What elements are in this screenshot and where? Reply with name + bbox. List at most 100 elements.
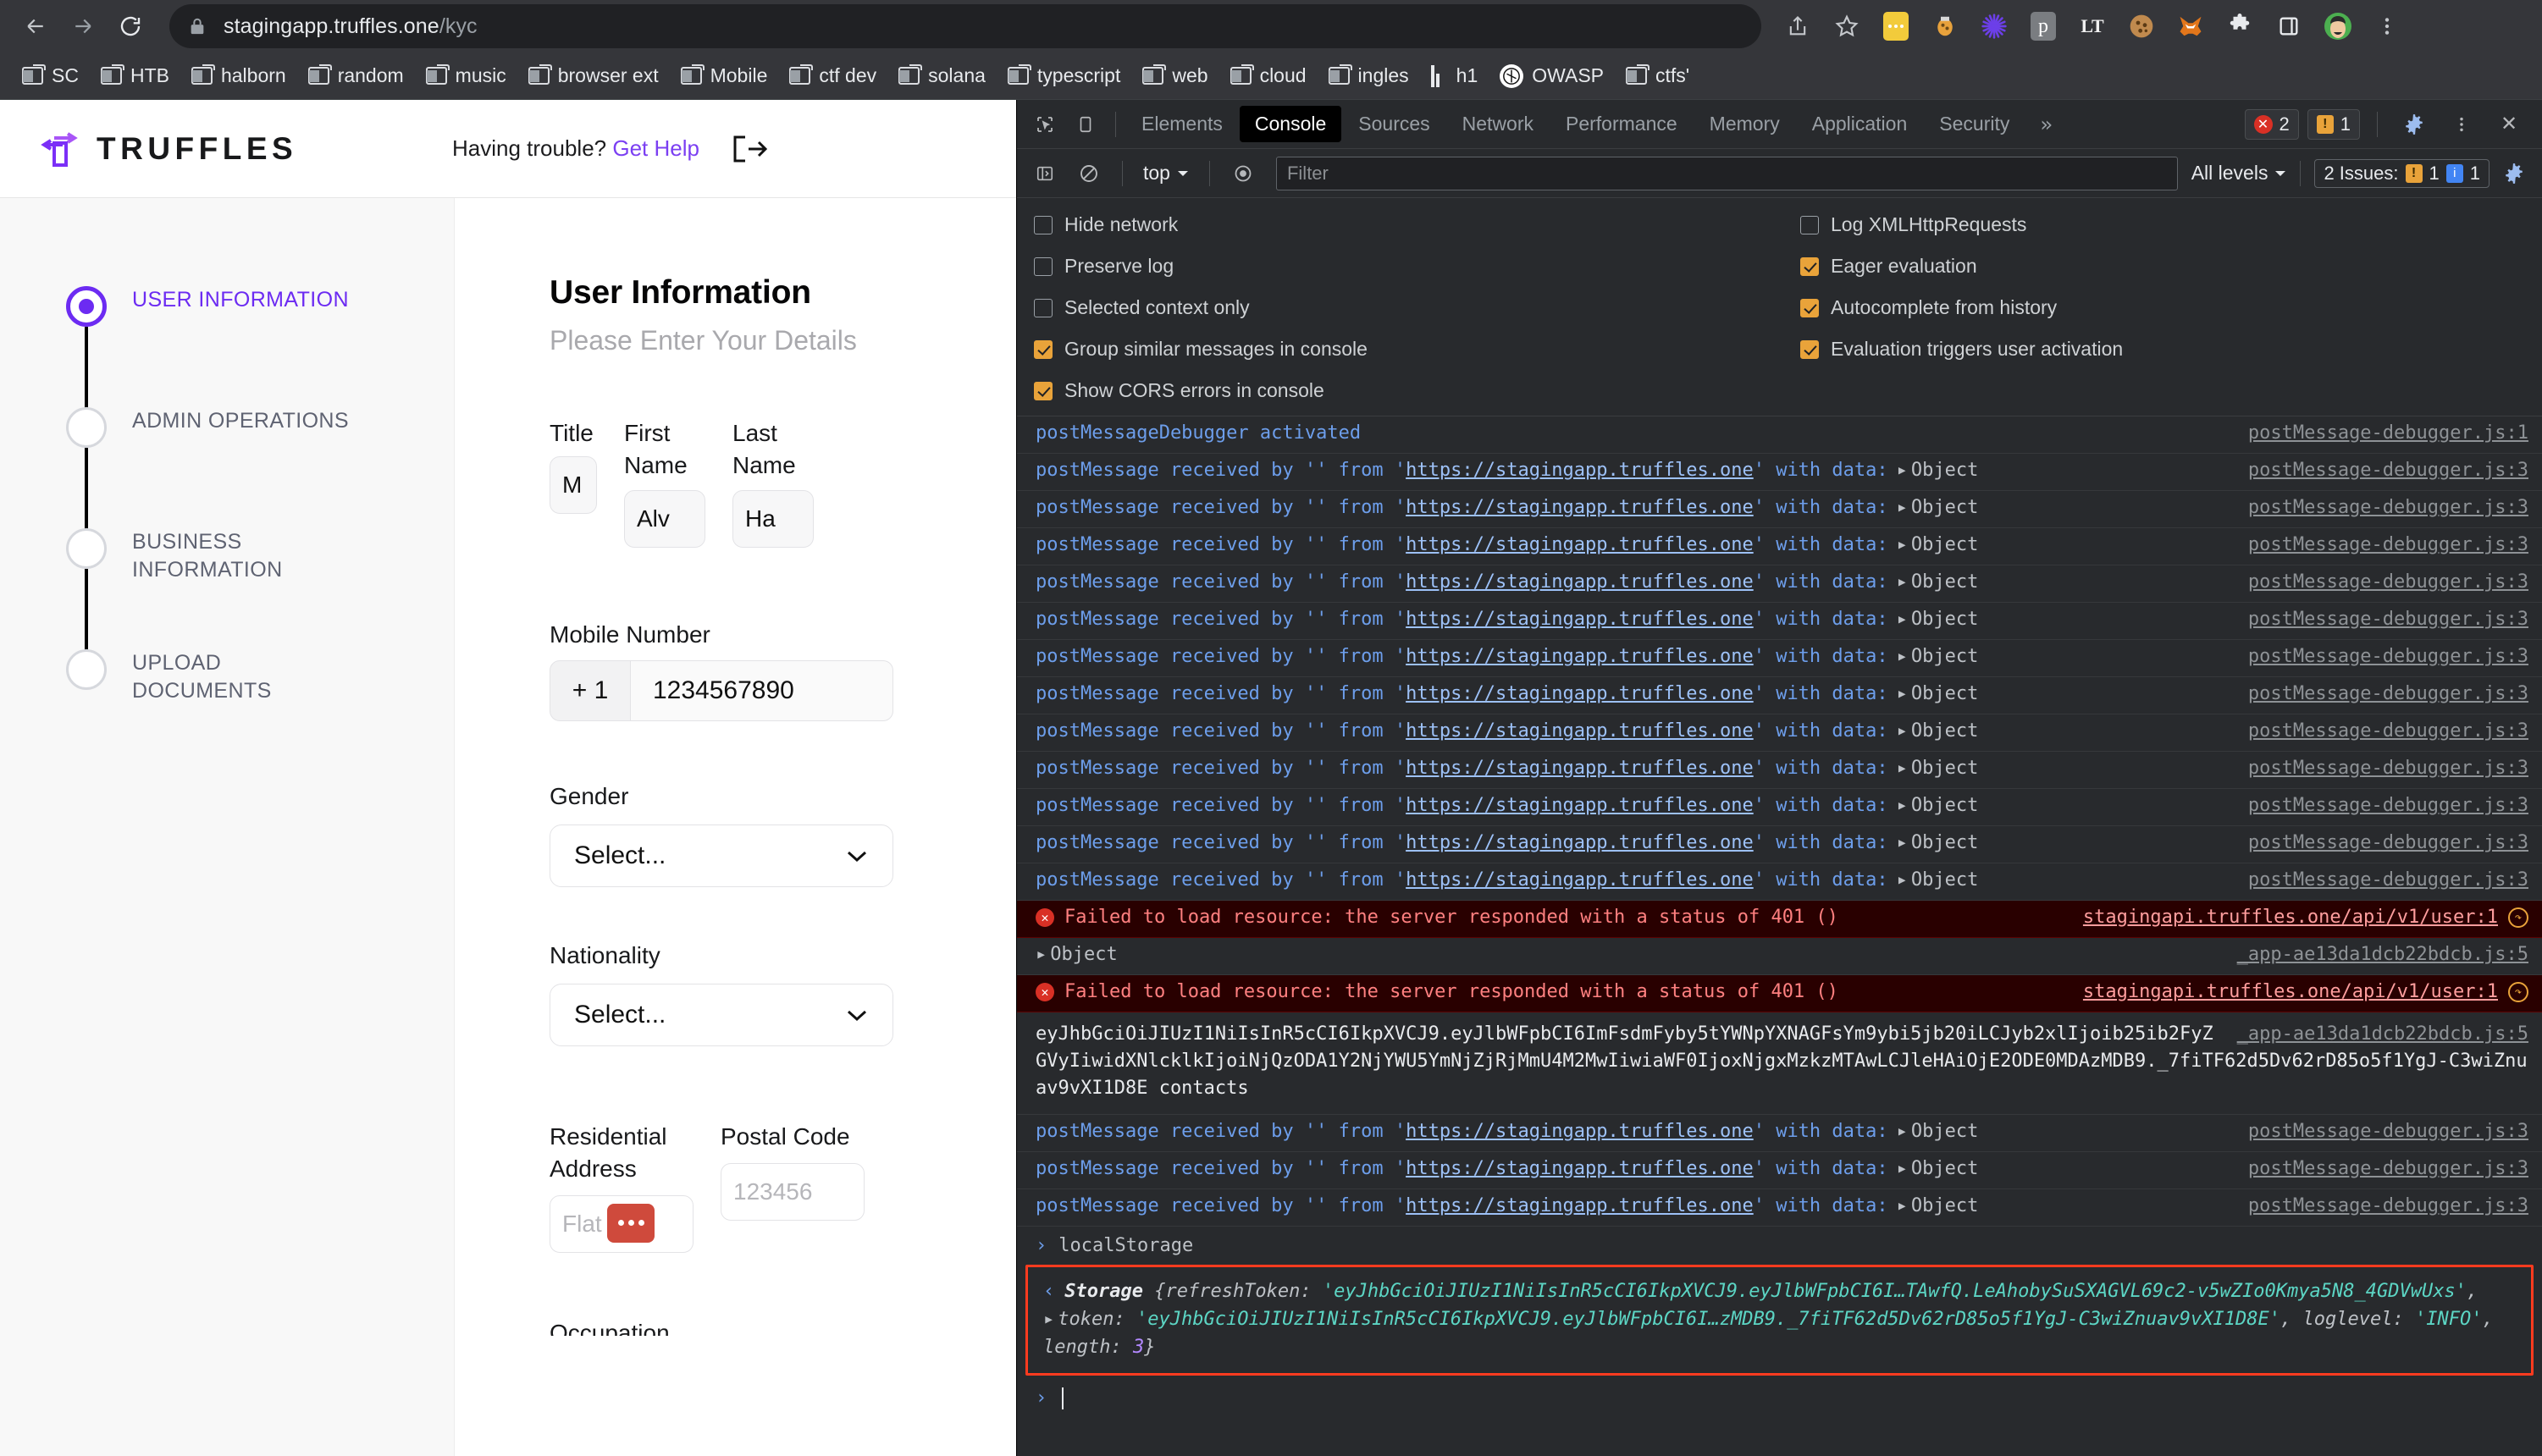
log-source[interactable]: stagingapi.truffles.one/api/v1/user:1 xyxy=(2066,907,2498,928)
log-source[interactable]: postMessage-debugger.js:1 xyxy=(2231,422,2528,444)
postmessage-origin[interactable]: https://stagingapp.truffles.one xyxy=(1406,646,1754,667)
extension-puzzle-icon[interactable] xyxy=(2217,3,2263,49)
log-row-postmessage[interactable]: postMessage received by '' from 'https:/… xyxy=(1017,454,2542,491)
postal-input[interactable]: 123456 xyxy=(721,1162,865,1221)
tab-security[interactable]: Security xyxy=(1924,106,2025,142)
postmessage-origin[interactable]: https://stagingapp.truffles.one xyxy=(1406,869,1754,891)
log-source[interactable]: postMessage-debugger.js:3 xyxy=(2231,497,2528,518)
log-row-postmessage[interactable]: postMessage received by '' from 'https:/… xyxy=(1017,714,2542,752)
sidebar-item-business-information[interactable]: BUSINESS INFORMATION xyxy=(66,525,454,654)
nationality-select[interactable]: Select... xyxy=(550,983,893,1046)
console-prompt[interactable]: › xyxy=(1017,1376,2542,1418)
log-row-postmessage[interactable]: postMessage received by '' from 'https:/… xyxy=(1017,1152,2542,1189)
back-arrow-icon[interactable] xyxy=(12,3,59,50)
postmessage-object[interactable]: Object xyxy=(1911,683,1978,704)
error-count-badge[interactable]: ✕ 2 xyxy=(2244,108,2299,140)
postmessage-origin[interactable]: https://stagingapp.truffles.one xyxy=(1406,534,1754,555)
log-source[interactable]: postMessage-debugger.js:3 xyxy=(2231,832,2528,853)
checkbox-hide-network[interactable]: Hide network xyxy=(1034,213,1800,236)
log-source[interactable]: postMessage-debugger.js:3 xyxy=(2231,795,2528,816)
postmessage-origin[interactable]: https://stagingapp.truffles.one xyxy=(1406,720,1754,742)
postmessage-origin[interactable]: https://stagingapp.truffles.one xyxy=(1406,683,1754,704)
extension-lt-icon[interactable]: LT xyxy=(2070,3,2115,49)
postmessage-origin[interactable]: https://stagingapp.truffles.one xyxy=(1406,571,1754,593)
postmessage-origin[interactable]: https://stagingapp.truffles.one xyxy=(1406,497,1754,518)
avatar[interactable] xyxy=(2315,3,2361,49)
checkbox-selected-context-only[interactable]: Selected context only xyxy=(1034,296,1800,319)
get-help-link[interactable]: Get Help xyxy=(612,135,699,161)
postmessage-object[interactable]: Object xyxy=(1911,795,1978,816)
logout-icon[interactable] xyxy=(732,135,769,163)
log-row-activated[interactable]: postMessageDebugger activated postMessag… xyxy=(1017,416,2542,454)
live-expression-eye-icon[interactable] xyxy=(1224,154,1263,193)
console-filter-input[interactable]: Filter xyxy=(1275,156,2178,190)
expand-triangle-icon[interactable]: ▸ xyxy=(1897,720,1908,742)
address-overflow-badge[interactable] xyxy=(607,1203,655,1243)
bookmark-ctf-dev[interactable]: ctf dev xyxy=(779,59,887,92)
extension-p-icon[interactable]: p xyxy=(2020,3,2066,49)
extension-cookie-icon[interactable] xyxy=(2119,3,2164,49)
postmessage-origin[interactable]: https://stagingapp.truffles.one xyxy=(1406,832,1754,853)
checkbox-log-xmlhttprequests[interactable]: Log XMLHttpRequests xyxy=(1800,213,2525,236)
network-request-icon[interactable]: ↷ xyxy=(2508,981,2528,1002)
log-row-postmessage[interactable]: postMessage received by '' from 'https:/… xyxy=(1017,528,2542,565)
bookmark-htb[interactable]: HTB xyxy=(91,59,180,92)
network-request-icon[interactable]: ↷ xyxy=(2508,907,2528,928)
warning-count-badge[interactable]: ! 1 xyxy=(2307,108,2360,140)
log-source[interactable]: stagingapi.truffles.one/api/v1/user:1 xyxy=(2066,981,2498,1002)
postmessage-object[interactable]: Object xyxy=(1911,571,1978,593)
inspect-element-icon[interactable] xyxy=(1025,105,1064,144)
log-row-error-401[interactable]: ✕ Failed to load resource: the server re… xyxy=(1017,975,2542,1012)
checkbox-evaluation-triggers-user-activation[interactable]: Evaluation triggers user activation xyxy=(1800,338,2525,361)
postmessage-object[interactable]: Object xyxy=(1911,832,1978,853)
console-sidebar-toggle-icon[interactable] xyxy=(1025,154,1064,193)
bookmark-browser-ext[interactable]: browser ext xyxy=(518,59,669,92)
postmessage-origin[interactable]: https://stagingapp.truffles.one xyxy=(1406,460,1754,481)
expand-triangle-icon[interactable]: ▸ xyxy=(1897,609,1908,630)
log-source[interactable]: postMessage-debugger.js:3 xyxy=(2231,720,2528,742)
postmessage-object[interactable]: Object xyxy=(1911,758,1978,779)
sidebar-item-user-information[interactable]: USER INFORMATION xyxy=(66,283,454,411)
log-source[interactable]: _app-ae13da1dcb22bdcb.js:5 xyxy=(2220,1021,2528,1048)
log-source[interactable]: postMessage-debugger.js:3 xyxy=(2231,869,2528,891)
log-level-select[interactable]: All levels xyxy=(2191,162,2287,185)
postmessage-origin[interactable]: https://stagingapp.truffles.one xyxy=(1406,1158,1754,1179)
bookmark-mobile[interactable]: Mobile xyxy=(671,59,778,92)
postmessage-origin[interactable]: https://stagingapp.truffles.one xyxy=(1406,1121,1754,1142)
expand-triangle-icon[interactable]: ▸ xyxy=(1897,832,1908,853)
log-source[interactable]: postMessage-debugger.js:3 xyxy=(2231,646,2528,667)
execution-context-select[interactable]: top xyxy=(1136,162,1196,185)
bookmark-music[interactable]: music xyxy=(416,59,517,92)
browser-menu-icon[interactable] xyxy=(2364,3,2410,49)
postmessage-object[interactable]: Object xyxy=(1911,1158,1978,1179)
bookmark-ingles[interactable]: ingles xyxy=(1318,59,1419,92)
extension-metamask-icon[interactable] xyxy=(2168,3,2213,49)
expand-triangle-icon[interactable]: ▸ xyxy=(1897,683,1908,704)
expand-triangle-icon[interactable]: ▸ xyxy=(1897,460,1908,481)
log-source[interactable]: postMessage-debugger.js:3 xyxy=(2231,683,2528,704)
expand-triangle-icon[interactable]: ▸ xyxy=(1897,758,1908,779)
log-row-postmessage[interactable]: postMessage received by '' from 'https:/… xyxy=(1017,603,2542,640)
expand-triangle-icon[interactable]: ▸ xyxy=(1036,944,1047,965)
checkbox-preserve-log[interactable]: Preserve log xyxy=(1034,255,1800,278)
title-input[interactable]: M xyxy=(550,455,597,514)
more-tabs-icon[interactable]: » xyxy=(2026,113,2065,136)
log-row-postmessage[interactable]: postMessage received by '' from 'https:/… xyxy=(1017,565,2542,603)
log-row-postmessage[interactable]: postMessage received by '' from 'https:/… xyxy=(1017,677,2542,714)
postmessage-object[interactable]: Object xyxy=(1911,869,1978,891)
postmessage-object[interactable]: Object xyxy=(1911,720,1978,742)
postmessage-origin[interactable]: https://stagingapp.truffles.one xyxy=(1406,1195,1754,1216)
log-source[interactable]: postMessage-debugger.js:3 xyxy=(2231,1121,2528,1142)
log-source[interactable]: _app-ae13da1dcb22bdcb.js:5 xyxy=(2220,944,2528,965)
device-toolbar-icon[interactable] xyxy=(1066,105,1105,144)
extension-honey-icon[interactable] xyxy=(1922,3,1968,49)
tab-console[interactable]: Console xyxy=(1239,106,1342,142)
postmessage-object[interactable]: Object xyxy=(1911,534,1978,555)
log-source[interactable]: postMessage-debugger.js:3 xyxy=(2231,758,2528,779)
checkbox-show-cors-errors[interactable]: Show CORS errors in console xyxy=(1034,379,1800,402)
bookmark-solana[interactable]: solana xyxy=(888,59,996,92)
country-code-select[interactable]: + 1 xyxy=(550,660,631,722)
postmessage-origin[interactable]: https://stagingapp.truffles.one xyxy=(1406,795,1754,816)
expand-triangle-icon[interactable]: ▸ xyxy=(1897,534,1908,555)
mobile-number-input[interactable]: 1234567890 xyxy=(631,660,893,722)
